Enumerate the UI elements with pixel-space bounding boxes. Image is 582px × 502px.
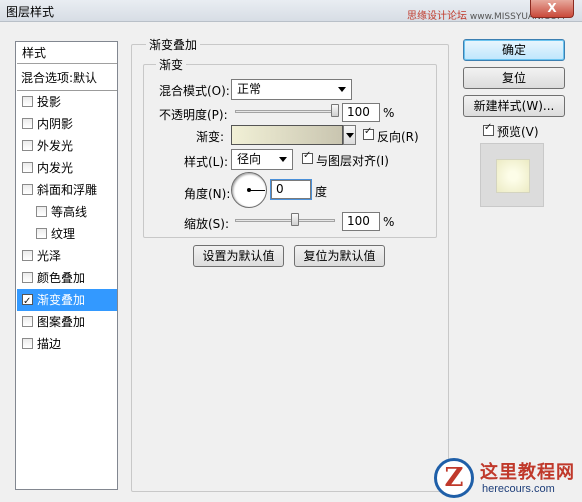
inner-shadow-checkbox[interactable] — [22, 118, 33, 129]
style-item-label: 光泽 — [37, 249, 62, 263]
style-item-bevel-emboss[interactable]: 斜面和浮雕 — [17, 179, 117, 201]
scale-slider-thumb[interactable] — [291, 213, 299, 226]
style-item-pattern-overlay[interactable]: 图案叠加 — [17, 311, 117, 333]
angle-unit: 度 — [315, 185, 328, 199]
bevel-emboss-checkbox[interactable] — [22, 184, 33, 195]
style-item-label: 图案叠加 — [37, 315, 86, 329]
texture-checkbox[interactable] — [36, 228, 47, 239]
chevron-down-icon — [346, 133, 354, 138]
preview-swatch — [497, 160, 529, 192]
gradient-overlay-title: 渐变叠加 — [146, 36, 201, 53]
align-with-layer-checkbox[interactable] — [302, 150, 313, 164]
scale-slider[interactable] — [235, 219, 335, 222]
chevron-down-icon — [279, 157, 287, 162]
reset-to-default-button[interactable]: 复位为默认值 — [294, 245, 385, 267]
layer-style-dialog: 样式 混合选项:默认 投影 内阴影 外发光 内发光 斜面和浮雕 等高线 纹理 光… — [0, 22, 582, 502]
site-logo: Z 这里教程网 herecours.com — [434, 458, 582, 502]
watermark-brand: 思缘设计论坛 — [407, 11, 467, 22]
style-item-inner-glow[interactable]: 内发光 — [17, 157, 117, 179]
style-preview-thumbnail — [480, 143, 544, 207]
opacity-input[interactable]: 100 — [342, 103, 380, 122]
style-list-header[interactable]: 样式 — [17, 42, 117, 64]
style-item-texture[interactable]: 纹理 — [17, 223, 117, 245]
logo-name-cn: 这里教程网 — [480, 462, 575, 483]
logo-mark: Z — [434, 458, 474, 498]
style-item-label: 外发光 — [37, 139, 74, 153]
reverse-checkbox[interactable] — [363, 126, 374, 140]
style-item-inner-shadow[interactable]: 内阴影 — [17, 113, 117, 135]
style-item-label: 等高线 — [51, 205, 88, 219]
style-item-contour[interactable]: 等高线 — [17, 201, 117, 223]
opacity-unit: % — [383, 106, 395, 120]
style-item-color-overlay[interactable]: 颜色叠加 — [17, 267, 117, 289]
preview-checkbox[interactable] — [483, 122, 494, 136]
style-item-label: 内发光 — [37, 161, 74, 175]
style-item-satin[interactable]: 光泽 — [17, 245, 117, 267]
angle-label: 角度(N): — [184, 187, 231, 201]
reverse-label: 反向(R) — [377, 130, 419, 144]
style-item-label: 描边 — [37, 337, 62, 351]
close-button[interactable]: X — [530, 0, 574, 18]
angle-input[interactable]: 0 — [271, 180, 311, 199]
gradient-label: 渐变: — [196, 130, 225, 144]
pattern-overlay-checkbox[interactable] — [22, 316, 33, 327]
new-style-button[interactable]: 新建样式(W)... — [463, 95, 565, 117]
gradient-style-value: 径向 — [237, 152, 262, 166]
title-bar: 图层样式 思缘设计论坛 www.MISSYUAN.COM X — [0, 0, 582, 22]
logo-name-en: herecours.com — [482, 483, 555, 495]
gradient-picker-button[interactable] — [343, 125, 356, 145]
gradient-overlay-checkbox[interactable] — [22, 291, 33, 313]
gradient-swatch[interactable] — [231, 125, 343, 145]
blend-mode-value: 正常 — [237, 82, 262, 96]
reset-button[interactable]: 复位 — [463, 67, 565, 89]
gradient-subgroup-title: 渐变 — [156, 56, 187, 73]
blend-mode-label: 混合模式(O): — [159, 84, 230, 98]
stroke-checkbox[interactable] — [22, 338, 33, 349]
style-item-outer-glow[interactable]: 外发光 — [17, 135, 117, 157]
ok-button[interactable]: 确定 — [463, 39, 565, 61]
drop-shadow-checkbox[interactable] — [22, 96, 33, 107]
scale-label: 缩放(S): — [184, 217, 230, 231]
window-title: 图层样式 — [6, 5, 55, 19]
angle-center-dot — [247, 188, 251, 192]
preview-label: 预览(V) — [497, 125, 539, 139]
angle-dial[interactable] — [231, 172, 267, 208]
chevron-down-icon — [338, 87, 346, 92]
style-item-label: 颜色叠加 — [37, 271, 86, 285]
contour-checkbox[interactable] — [36, 206, 47, 217]
color-overlay-checkbox[interactable] — [22, 272, 33, 283]
gradient-style-select[interactable]: 径向 — [231, 149, 293, 170]
style-item-label: 渐变叠加 — [37, 293, 86, 307]
style-item-gradient-overlay[interactable]: 渐变叠加 — [17, 289, 117, 313]
angle-needle — [249, 190, 265, 191]
style-item-drop-shadow[interactable]: 投影 — [17, 91, 117, 113]
blend-options-item[interactable]: 混合选项:默认 — [17, 67, 117, 89]
style-label: 样式(L): — [184, 155, 229, 169]
style-item-label: 纹理 — [51, 227, 76, 241]
style-item-label: 投影 — [37, 95, 62, 109]
opacity-slider-thumb[interactable] — [331, 104, 339, 117]
style-item-label: 内阴影 — [37, 117, 74, 131]
blend-mode-select[interactable]: 正常 — [231, 79, 352, 100]
satin-checkbox[interactable] — [22, 250, 33, 261]
outer-glow-checkbox[interactable] — [22, 140, 33, 151]
style-list: 样式 混合选项:默认 投影 内阴影 外发光 内发光 斜面和浮雕 等高线 纹理 光… — [15, 41, 118, 490]
opacity-label: 不透明度(P): — [159, 108, 228, 122]
style-item-stroke[interactable]: 描边 — [17, 333, 117, 355]
scale-unit: % — [383, 215, 395, 229]
scale-input[interactable]: 100 — [342, 212, 380, 231]
inner-glow-checkbox[interactable] — [22, 162, 33, 173]
align-with-layer-label: 与图层对齐(I) — [316, 154, 389, 168]
opacity-slider[interactable] — [235, 110, 335, 113]
make-default-button[interactable]: 设置为默认值 — [193, 245, 284, 267]
style-item-label: 斜面和浮雕 — [37, 183, 98, 197]
